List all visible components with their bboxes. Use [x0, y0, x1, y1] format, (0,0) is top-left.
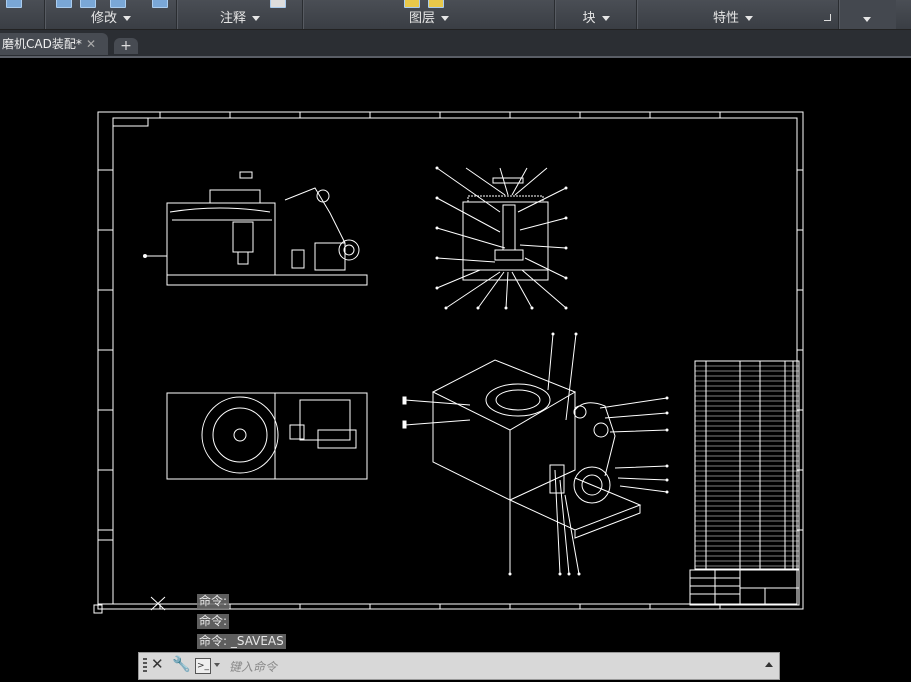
- command-history-line: 命令: _SAVEAS: [197, 634, 286, 649]
- file-tab-label: 磨机CAD装配*: [2, 37, 82, 51]
- file-tab-bar: 磨机CAD装配* ✕ +: [0, 30, 911, 58]
- section-view: [435, 166, 568, 310]
- ribbon-tool-icons: [0, 0, 911, 8]
- copy-tool-icon[interactable]: [56, 0, 72, 8]
- command-history-line: 命令:: [197, 594, 230, 609]
- drawing-sheet: [93, 111, 804, 614]
- array-tool-icon[interactable]: [110, 0, 126, 8]
- panel-properties[interactable]: 特性: [638, 10, 828, 28]
- panel-modify[interactable]: 修改: [46, 10, 176, 28]
- chevron-down-icon[interactable]: [214, 663, 220, 667]
- top-view: [166, 392, 368, 480]
- drag-handle[interactable]: [143, 658, 147, 674]
- parts-list-table: [694, 360, 800, 570]
- file-tab-active[interactable]: 磨机CAD装配* ✕: [0, 33, 108, 55]
- drawing-number-box: [112, 117, 149, 127]
- chevron-down-icon: [441, 16, 449, 21]
- chevron-down-icon: [601, 16, 610, 21]
- panel-block[interactable]: 块: [556, 10, 636, 28]
- layer-state-icon[interactable]: [404, 0, 420, 8]
- command-history-line: 命令:: [197, 614, 230, 629]
- margin-stamp-box: [97, 539, 114, 605]
- command-input[interactable]: [227, 656, 751, 677]
- panel-annotate[interactable]: 注释: [178, 10, 302, 28]
- ucs-icon: [93, 596, 166, 614]
- close-icon[interactable]: ✕: [151, 655, 164, 673]
- wrench-icon[interactable]: 🔧: [172, 655, 191, 673]
- chevron-down-icon: [863, 17, 871, 22]
- chevron-down-icon: [252, 16, 260, 21]
- isometric-view: [402, 332, 669, 576]
- new-tab-button[interactable]: +: [114, 38, 138, 54]
- front-view: [143, 171, 368, 286]
- layer-lock-icon[interactable]: [428, 0, 444, 8]
- sheet-inner-border: [112, 117, 798, 605]
- panel-launcher-icon[interactable]: [824, 14, 831, 21]
- stretch-tool-icon[interactable]: [80, 0, 96, 8]
- command-prompt-icon[interactable]: >_: [195, 658, 211, 674]
- title-block: [689, 569, 800, 606]
- text-tool-icon[interactable]: [270, 0, 286, 8]
- ribbon-overflow-button[interactable]: [840, 0, 896, 29]
- drawing-canvas[interactable]: 命令: 命令: 命令: _SAVEAS: [0, 58, 911, 682]
- command-line: ✕ 🔧 >_: [138, 652, 780, 680]
- chevron-down-icon: [123, 16, 131, 21]
- panel-layers[interactable]: 图层: [304, 10, 554, 28]
- move-tool-icon[interactable]: [6, 0, 22, 8]
- chevron-up-icon[interactable]: [765, 662, 773, 667]
- table-tool-icon[interactable]: [152, 0, 168, 8]
- ribbon-panel-bar: 修改 注释 图层 块 特性: [0, 0, 911, 30]
- chevron-down-icon: [745, 16, 753, 21]
- close-icon[interactable]: ✕: [86, 33, 96, 55]
